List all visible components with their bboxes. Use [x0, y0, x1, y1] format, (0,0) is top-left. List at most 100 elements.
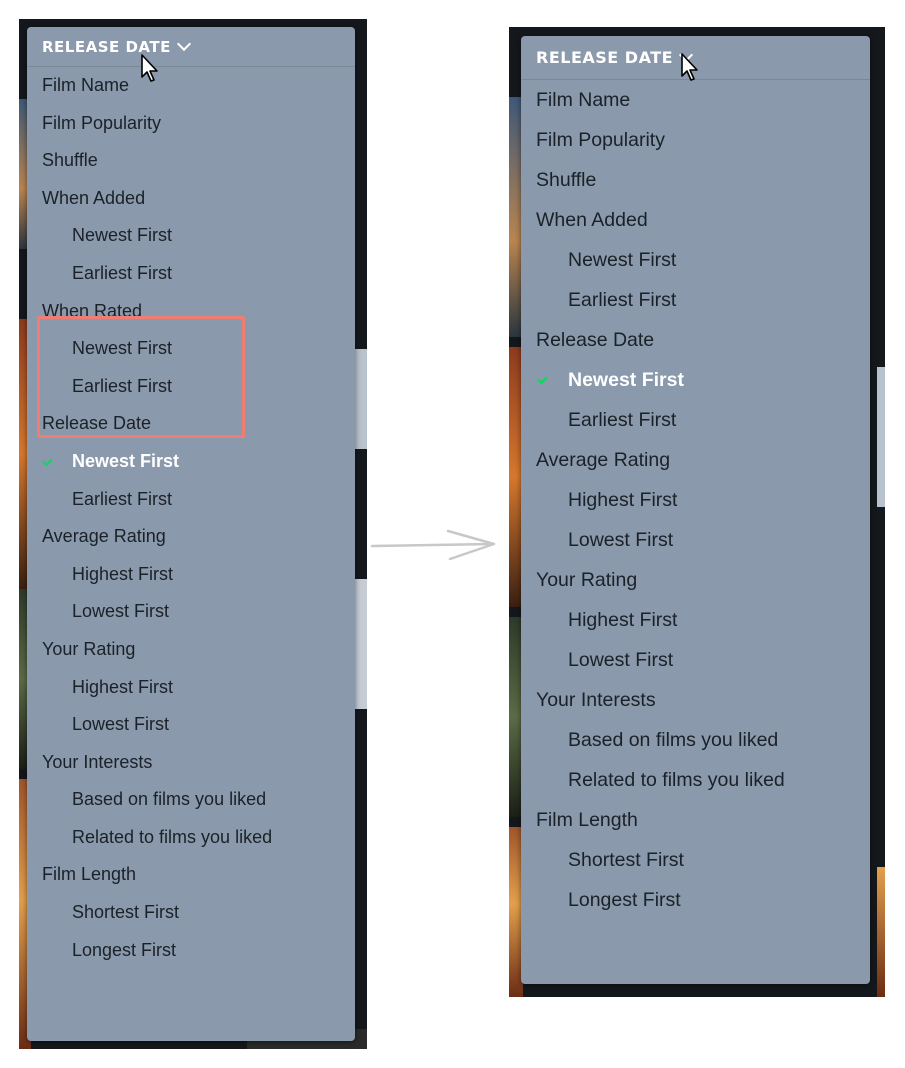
sort-group-film-popularity[interactable]: Film Popularity — [27, 105, 355, 143]
sort-option-longest-first[interactable]: Longest First — [27, 932, 355, 970]
sort-option-label: Based on films you liked — [568, 729, 779, 751]
sort-option-based-on-films-you-liked[interactable]: Based on films you liked — [27, 781, 355, 819]
sort-option-label: Newest First — [568, 249, 677, 271]
before-screenshot: RELEASE DATE Film Name Film Popularity Shu… — [19, 19, 367, 1049]
sort-option-newest-first[interactable]: Newest First — [27, 443, 355, 481]
sort-dropdown-toggle[interactable]: RELEASE DATE — [27, 27, 355, 67]
sort-group-your-interests: Your Interests — [27, 744, 355, 782]
poster-thumbnail — [877, 367, 885, 507]
sort-group-film-name[interactable]: Film Name — [27, 67, 355, 105]
sort-option-label: Earliest First — [568, 289, 677, 311]
poster-thumbnail — [877, 867, 885, 997]
sort-option-label: Related to films you liked — [72, 826, 273, 847]
sort-option-label: Film Length — [42, 864, 137, 885]
sort-option-lowest-first[interactable]: Lowest First — [27, 706, 355, 744]
sort-option-label: Highest First — [568, 609, 678, 631]
sort-option-label: Your Rating — [536, 569, 638, 591]
sort-option-label: Your Interests — [42, 751, 153, 772]
mouse-cursor-icon — [141, 54, 158, 82]
sort-group-release-date: Release Date — [521, 320, 870, 360]
sort-group-when-added: When Added — [521, 200, 870, 240]
sort-option-label: Shuffle — [42, 150, 98, 171]
check-icon — [537, 373, 548, 385]
sort-option-label: Earliest First — [568, 409, 677, 431]
sort-option-label: Lowest First — [568, 529, 674, 551]
sort-option-label: Your Interests — [536, 689, 656, 711]
sort-option-newest-first[interactable]: Newest First — [521, 360, 870, 400]
sort-option-label: Film Name — [536, 89, 631, 111]
sort-group-shuffle[interactable]: Shuffle — [27, 142, 355, 180]
sort-option-earliest-first[interactable]: Earliest First — [521, 400, 870, 440]
sort-option-longest-first[interactable]: Longest First — [521, 880, 870, 920]
sort-option-label: When Added — [42, 187, 146, 208]
sort-option-label: Longest First — [568, 889, 681, 911]
sort-group-your-interests: Your Interests — [521, 680, 870, 720]
sort-option-label: Lowest First — [568, 649, 674, 671]
sort-option-label: Highest First — [568, 489, 678, 511]
sort-option-newest-first[interactable]: Newest First — [521, 240, 870, 280]
sort-option-lowest-first[interactable]: Lowest First — [521, 640, 870, 680]
sort-option-label: Shuffle — [536, 169, 597, 191]
sort-option-related-to-films-you-liked[interactable]: Related to films you liked — [521, 760, 870, 800]
sort-group-film-length: Film Length — [27, 856, 355, 894]
sort-option-based-on-films-you-liked[interactable]: Based on films you liked — [521, 720, 870, 760]
sort-option-label: Earliest First — [72, 488, 173, 509]
sort-options-list: Film Name Film Popularity Shuffle When Adde… — [27, 67, 355, 969]
sort-dropdown-menu: RELEASE DATE Film Name Film Popularity Shu… — [27, 27, 355, 1041]
check-icon — [42, 455, 53, 467]
sort-option-label: Film Popularity — [536, 129, 665, 151]
right-arrow-icon — [370, 529, 496, 561]
sort-option-label: Film Length — [536, 809, 638, 831]
sort-group-film-popularity[interactable]: Film Popularity — [521, 120, 870, 160]
chevron-down-icon — [176, 36, 191, 52]
sort-dropdown-menu: RELEASE DATE Film Name Film Popularity Shu… — [521, 36, 870, 984]
sort-option-label: Lowest First — [72, 714, 170, 735]
sort-option-label: Your Rating — [42, 638, 136, 659]
sort-option-highest-first[interactable]: Highest First — [521, 600, 870, 640]
sort-group-your-rating: Your Rating — [27, 631, 355, 669]
sort-option-label: Newest First — [72, 450, 180, 471]
poster-thumbnail — [355, 349, 367, 449]
poster-thumbnail — [355, 579, 367, 709]
sort-option-lowest-first[interactable]: Lowest First — [27, 593, 355, 631]
sort-option-label: Newest First — [568, 369, 684, 391]
sort-option-highest-first[interactable]: Highest First — [27, 669, 355, 707]
sort-option-label: Highest First — [72, 563, 174, 584]
sort-group-film-name[interactable]: Film Name — [521, 80, 870, 120]
sort-group-film-length: Film Length — [521, 800, 870, 840]
sort-option-highest-first[interactable]: Highest First — [27, 556, 355, 594]
sort-option-earliest-first[interactable]: Earliest First — [27, 481, 355, 519]
sort-option-label: Shortest First — [568, 849, 684, 871]
sort-option-shortest-first[interactable]: Shortest First — [521, 840, 870, 880]
sort-option-label: Lowest First — [72, 601, 170, 622]
sort-option-label: Film Name — [42, 75, 130, 95]
sort-option-label: Release Date — [536, 329, 655, 351]
sort-dropdown-label: RELEASE DATE — [536, 48, 674, 67]
mouse-cursor-icon — [681, 53, 698, 81]
sort-group-shuffle[interactable]: Shuffle — [521, 160, 870, 200]
sort-option-related-to-films-you-liked[interactable]: Related to films you liked — [27, 819, 355, 857]
sort-option-label: Average Rating — [42, 526, 166, 547]
after-screenshot: RELEASE DATE Film Name Film Popularity Shu… — [509, 27, 885, 997]
sort-option-earliest-first[interactable]: Earliest First — [27, 255, 355, 293]
sort-option-shortest-first[interactable]: Shortest First — [27, 894, 355, 932]
sort-option-label: Based on films you liked — [72, 789, 267, 810]
sort-option-label: Related to films you liked — [568, 769, 785, 791]
sort-option-lowest-first[interactable]: Lowest First — [521, 520, 870, 560]
sort-option-newest-first[interactable]: Newest First — [27, 217, 355, 255]
when-rated-highlight-box — [37, 316, 245, 438]
sort-group-average-rating: Average Rating — [521, 440, 870, 480]
sort-group-your-rating: Your Rating — [521, 560, 870, 600]
sort-option-label: Earliest First — [72, 262, 173, 283]
sort-option-earliest-first[interactable]: Earliest First — [521, 280, 870, 320]
sort-option-label: Average Rating — [536, 449, 671, 471]
sort-option-label: Highest First — [72, 676, 174, 697]
sort-option-label: When Added — [536, 209, 648, 231]
sort-option-highest-first[interactable]: Highest First — [521, 480, 870, 520]
sort-options-list: Film Name Film Popularity Shuffle When Adde… — [521, 80, 870, 920]
sort-option-label: Film Popularity — [42, 112, 162, 133]
sort-group-average-rating: Average Rating — [27, 518, 355, 556]
sort-option-label: Newest First — [72, 225, 173, 246]
sort-option-label: Longest First — [72, 939, 177, 960]
sort-group-when-added: When Added — [27, 180, 355, 218]
